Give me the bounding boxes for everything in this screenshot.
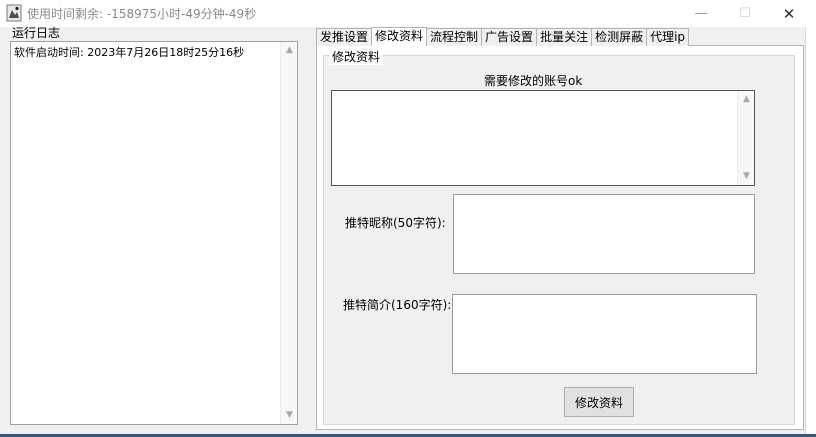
group-label: 修改资料 — [329, 48, 384, 65]
log-textarea[interactable]: 软件启动时间: 2023年7月26日18时25分16秒 ▲ ▼ — [10, 41, 298, 425]
minimize-button[interactable]: — — [678, 0, 724, 27]
tab-block-detect[interactable]: 检测屏蔽 — [591, 28, 648, 46]
tab-strip: 发推设置 修改资料 流程控制 广告设置 批量关注 检测屏蔽 代理ip — [316, 27, 690, 46]
nickname-textarea[interactable] — [453, 194, 755, 274]
tab-flow-control[interactable]: 流程控制 — [426, 28, 483, 46]
log-scrollbar[interactable]: ▲ ▼ — [280, 42, 297, 424]
close-icon: ✕ — [782, 4, 796, 23]
bio-label: 推特简介(160字符): — [343, 298, 452, 312]
close-button[interactable]: ✕ — [766, 0, 812, 27]
nickname-label: 推特昵称(50字符): — [345, 216, 446, 230]
tab-tweet-settings[interactable]: 发推设置 — [316, 28, 373, 46]
app-logo-icon — [6, 4, 22, 22]
tab-edit-profile[interactable]: 修改资料 — [371, 27, 428, 46]
account-textarea[interactable]: ▲ ▼ — [331, 90, 755, 186]
window-edge — [806, 27, 816, 434]
log-line: 软件启动时间: 2023年7月26日18时25分16秒 — [14, 46, 245, 59]
log-title: 运行日志 — [12, 26, 61, 40]
bio-textarea[interactable] — [452, 294, 757, 374]
scroll-up-icon[interactable]: ▲ — [281, 42, 298, 59]
scroll-up-icon[interactable]: ▲ — [738, 91, 755, 108]
tab-bulk-follow[interactable]: 批量关注 — [536, 28, 593, 46]
window-title: 使用时间剩余: -158975小时-49分钟-49秒 — [27, 7, 257, 21]
scroll-down-icon[interactable]: ▼ — [738, 168, 755, 185]
account-label: 需要修改的账号ok — [484, 74, 583, 88]
tab-ad-settings[interactable]: 广告设置 — [481, 28, 538, 46]
maximize-button[interactable]: ☐ — [722, 0, 768, 27]
title-bar[interactable]: 使用时间剩余: -158975小时-49分钟-49秒 — ☐ ✕ — [0, 0, 816, 27]
scroll-down-icon[interactable]: ▼ — [281, 407, 298, 424]
edit-profile-button[interactable]: 修改资料 — [564, 387, 634, 417]
account-scrollbar[interactable]: ▲ ▼ — [737, 91, 754, 185]
tab-proxy-ip[interactable]: 代理ip — [646, 28, 690, 46]
minimize-icon: — — [694, 6, 708, 21]
maximize-icon: ☐ — [739, 6, 751, 21]
